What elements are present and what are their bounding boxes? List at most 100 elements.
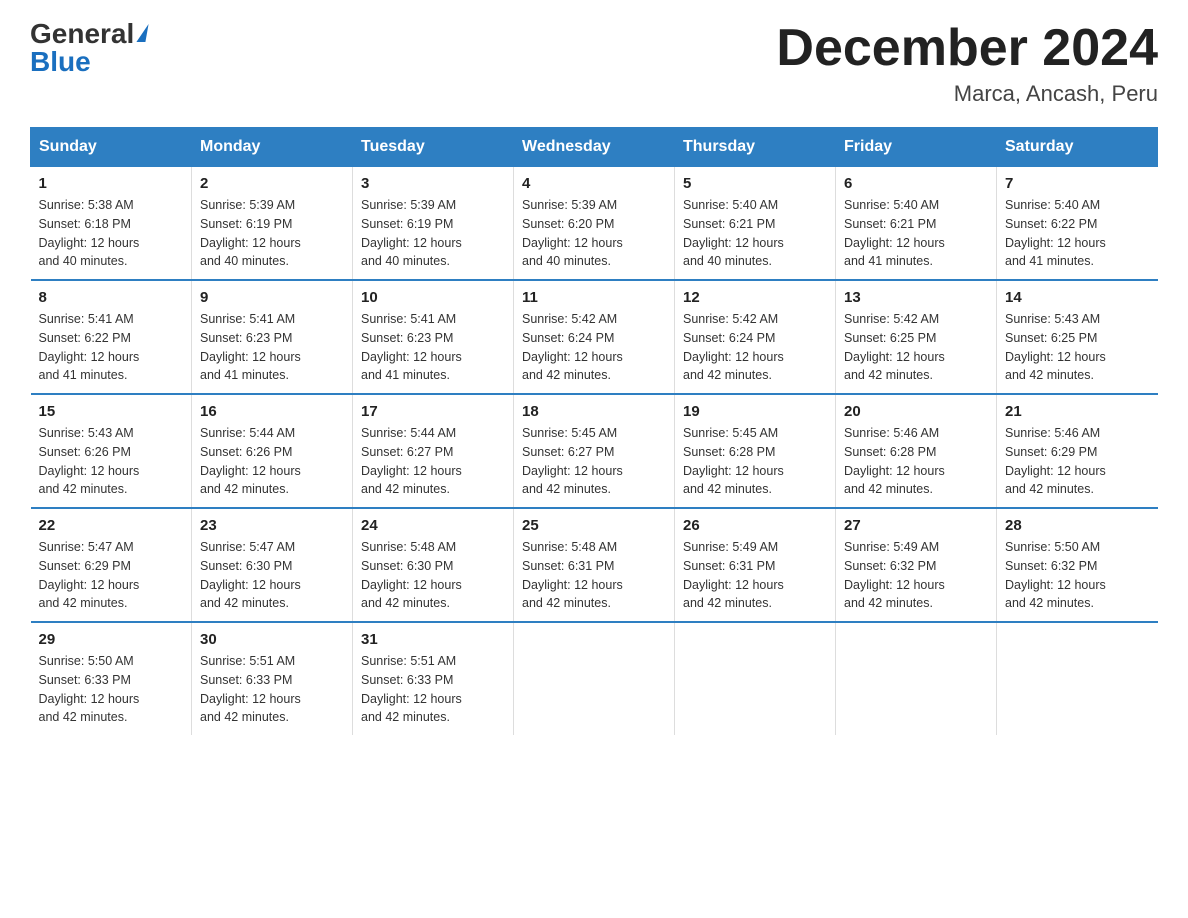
calendar-cell: 2 Sunrise: 5:39 AMSunset: 6:19 PMDayligh… — [192, 167, 353, 281]
calendar-header-row: SundayMondayTuesdayWednesdayThursdayFrid… — [31, 128, 1158, 167]
day-info: Sunrise: 5:40 AMSunset: 6:21 PMDaylight:… — [844, 198, 945, 268]
day-number: 29 — [39, 631, 184, 648]
day-number: 21 — [1005, 403, 1150, 420]
calendar-week-row: 15 Sunrise: 5:43 AMSunset: 6:26 PMDaylig… — [31, 394, 1158, 508]
day-number: 15 — [39, 403, 184, 420]
day-number: 24 — [361, 517, 505, 534]
day-number: 22 — [39, 517, 184, 534]
calendar-cell: 11 Sunrise: 5:42 AMSunset: 6:24 PMDaylig… — [514, 280, 675, 394]
day-info: Sunrise: 5:46 AMSunset: 6:29 PMDaylight:… — [1005, 426, 1106, 496]
day-number: 20 — [844, 403, 988, 420]
calendar-header-friday: Friday — [836, 128, 997, 167]
calendar-cell: 30 Sunrise: 5:51 AMSunset: 6:33 PMDaylig… — [192, 622, 353, 735]
calendar-cell — [997, 622, 1158, 735]
calendar-week-row: 22 Sunrise: 5:47 AMSunset: 6:29 PMDaylig… — [31, 508, 1158, 622]
calendar-cell: 4 Sunrise: 5:39 AMSunset: 6:20 PMDayligh… — [514, 167, 675, 281]
day-info: Sunrise: 5:51 AMSunset: 6:33 PMDaylight:… — [200, 654, 301, 724]
calendar-header-wednesday: Wednesday — [514, 128, 675, 167]
day-number: 7 — [1005, 175, 1150, 192]
calendar-cell: 5 Sunrise: 5:40 AMSunset: 6:21 PMDayligh… — [675, 167, 836, 281]
day-info: Sunrise: 5:47 AMSunset: 6:29 PMDaylight:… — [39, 540, 140, 610]
calendar-cell: 21 Sunrise: 5:46 AMSunset: 6:29 PMDaylig… — [997, 394, 1158, 508]
calendar-cell: 31 Sunrise: 5:51 AMSunset: 6:33 PMDaylig… — [353, 622, 514, 735]
day-info: Sunrise: 5:44 AMSunset: 6:26 PMDaylight:… — [200, 426, 301, 496]
day-number: 6 — [844, 175, 988, 192]
day-info: Sunrise: 5:39 AMSunset: 6:19 PMDaylight:… — [200, 198, 301, 268]
day-info: Sunrise: 5:41 AMSunset: 6:23 PMDaylight:… — [361, 312, 462, 382]
day-number: 30 — [200, 631, 344, 648]
day-number: 1 — [39, 175, 184, 192]
calendar-cell: 9 Sunrise: 5:41 AMSunset: 6:23 PMDayligh… — [192, 280, 353, 394]
page-header: General Blue December 2024 Marca, Ancash… — [30, 20, 1158, 107]
calendar-cell: 7 Sunrise: 5:40 AMSunset: 6:22 PMDayligh… — [997, 167, 1158, 281]
calendar-cell: 26 Sunrise: 5:49 AMSunset: 6:31 PMDaylig… — [675, 508, 836, 622]
day-number: 13 — [844, 289, 988, 306]
calendar-week-row: 29 Sunrise: 5:50 AMSunset: 6:33 PMDaylig… — [31, 622, 1158, 735]
day-info: Sunrise: 5:49 AMSunset: 6:32 PMDaylight:… — [844, 540, 945, 610]
day-number: 4 — [522, 175, 666, 192]
day-number: 14 — [1005, 289, 1150, 306]
day-info: Sunrise: 5:42 AMSunset: 6:24 PMDaylight:… — [683, 312, 784, 382]
logo-blue-text: Blue — [30, 48, 91, 76]
calendar-cell: 16 Sunrise: 5:44 AMSunset: 6:26 PMDaylig… — [192, 394, 353, 508]
calendar-cell: 15 Sunrise: 5:43 AMSunset: 6:26 PMDaylig… — [31, 394, 192, 508]
calendar-cell: 25 Sunrise: 5:48 AMSunset: 6:31 PMDaylig… — [514, 508, 675, 622]
day-number: 10 — [361, 289, 505, 306]
day-info: Sunrise: 5:50 AMSunset: 6:32 PMDaylight:… — [1005, 540, 1106, 610]
calendar-cell — [675, 622, 836, 735]
day-info: Sunrise: 5:50 AMSunset: 6:33 PMDaylight:… — [39, 654, 140, 724]
day-info: Sunrise: 5:42 AMSunset: 6:25 PMDaylight:… — [844, 312, 945, 382]
calendar-cell: 22 Sunrise: 5:47 AMSunset: 6:29 PMDaylig… — [31, 508, 192, 622]
calendar-week-row: 1 Sunrise: 5:38 AMSunset: 6:18 PMDayligh… — [31, 167, 1158, 281]
calendar-header-saturday: Saturday — [997, 128, 1158, 167]
calendar-cell: 10 Sunrise: 5:41 AMSunset: 6:23 PMDaylig… — [353, 280, 514, 394]
calendar-cell: 18 Sunrise: 5:45 AMSunset: 6:27 PMDaylig… — [514, 394, 675, 508]
day-number: 12 — [683, 289, 827, 306]
day-info: Sunrise: 5:38 AMSunset: 6:18 PMDaylight:… — [39, 198, 140, 268]
day-number: 31 — [361, 631, 505, 648]
calendar-cell: 12 Sunrise: 5:42 AMSunset: 6:24 PMDaylig… — [675, 280, 836, 394]
day-info: Sunrise: 5:49 AMSunset: 6:31 PMDaylight:… — [683, 540, 784, 610]
calendar-cell: 14 Sunrise: 5:43 AMSunset: 6:25 PMDaylig… — [997, 280, 1158, 394]
calendar-header-sunday: Sunday — [31, 128, 192, 167]
day-info: Sunrise: 5:44 AMSunset: 6:27 PMDaylight:… — [361, 426, 462, 496]
day-number: 11 — [522, 289, 666, 306]
day-number: 5 — [683, 175, 827, 192]
day-info: Sunrise: 5:43 AMSunset: 6:25 PMDaylight:… — [1005, 312, 1106, 382]
day-info: Sunrise: 5:45 AMSunset: 6:28 PMDaylight:… — [683, 426, 784, 496]
calendar-week-row: 8 Sunrise: 5:41 AMSunset: 6:22 PMDayligh… — [31, 280, 1158, 394]
day-info: Sunrise: 5:47 AMSunset: 6:30 PMDaylight:… — [200, 540, 301, 610]
day-number: 18 — [522, 403, 666, 420]
day-info: Sunrise: 5:39 AMSunset: 6:19 PMDaylight:… — [361, 198, 462, 268]
calendar-cell: 3 Sunrise: 5:39 AMSunset: 6:19 PMDayligh… — [353, 167, 514, 281]
calendar-cell — [514, 622, 675, 735]
day-number: 17 — [361, 403, 505, 420]
calendar-cell: 17 Sunrise: 5:44 AMSunset: 6:27 PMDaylig… — [353, 394, 514, 508]
calendar-cell: 23 Sunrise: 5:47 AMSunset: 6:30 PMDaylig… — [192, 508, 353, 622]
calendar-cell: 27 Sunrise: 5:49 AMSunset: 6:32 PMDaylig… — [836, 508, 997, 622]
calendar-cell: 28 Sunrise: 5:50 AMSunset: 6:32 PMDaylig… — [997, 508, 1158, 622]
day-number: 26 — [683, 517, 827, 534]
calendar-cell: 24 Sunrise: 5:48 AMSunset: 6:30 PMDaylig… — [353, 508, 514, 622]
day-info: Sunrise: 5:45 AMSunset: 6:27 PMDaylight:… — [522, 426, 623, 496]
calendar-header-tuesday: Tuesday — [353, 128, 514, 167]
logo: General Blue — [30, 20, 147, 76]
day-number: 23 — [200, 517, 344, 534]
calendar-header-monday: Monday — [192, 128, 353, 167]
calendar-table: SundayMondayTuesdayWednesdayThursdayFrid… — [30, 127, 1158, 735]
day-number: 3 — [361, 175, 505, 192]
calendar-cell: 29 Sunrise: 5:50 AMSunset: 6:33 PMDaylig… — [31, 622, 192, 735]
day-number: 28 — [1005, 517, 1150, 534]
location-subtitle: Marca, Ancash, Peru — [776, 81, 1158, 107]
calendar-cell: 6 Sunrise: 5:40 AMSunset: 6:21 PMDayligh… — [836, 167, 997, 281]
calendar-cell: 20 Sunrise: 5:46 AMSunset: 6:28 PMDaylig… — [836, 394, 997, 508]
calendar-cell: 19 Sunrise: 5:45 AMSunset: 6:28 PMDaylig… — [675, 394, 836, 508]
day-number: 19 — [683, 403, 827, 420]
day-info: Sunrise: 5:48 AMSunset: 6:30 PMDaylight:… — [361, 540, 462, 610]
calendar-cell: 8 Sunrise: 5:41 AMSunset: 6:22 PMDayligh… — [31, 280, 192, 394]
day-info: Sunrise: 5:40 AMSunset: 6:21 PMDaylight:… — [683, 198, 784, 268]
month-title: December 2024 — [776, 20, 1158, 77]
calendar-header-thursday: Thursday — [675, 128, 836, 167]
day-info: Sunrise: 5:41 AMSunset: 6:22 PMDaylight:… — [39, 312, 140, 382]
calendar-cell: 1 Sunrise: 5:38 AMSunset: 6:18 PMDayligh… — [31, 167, 192, 281]
